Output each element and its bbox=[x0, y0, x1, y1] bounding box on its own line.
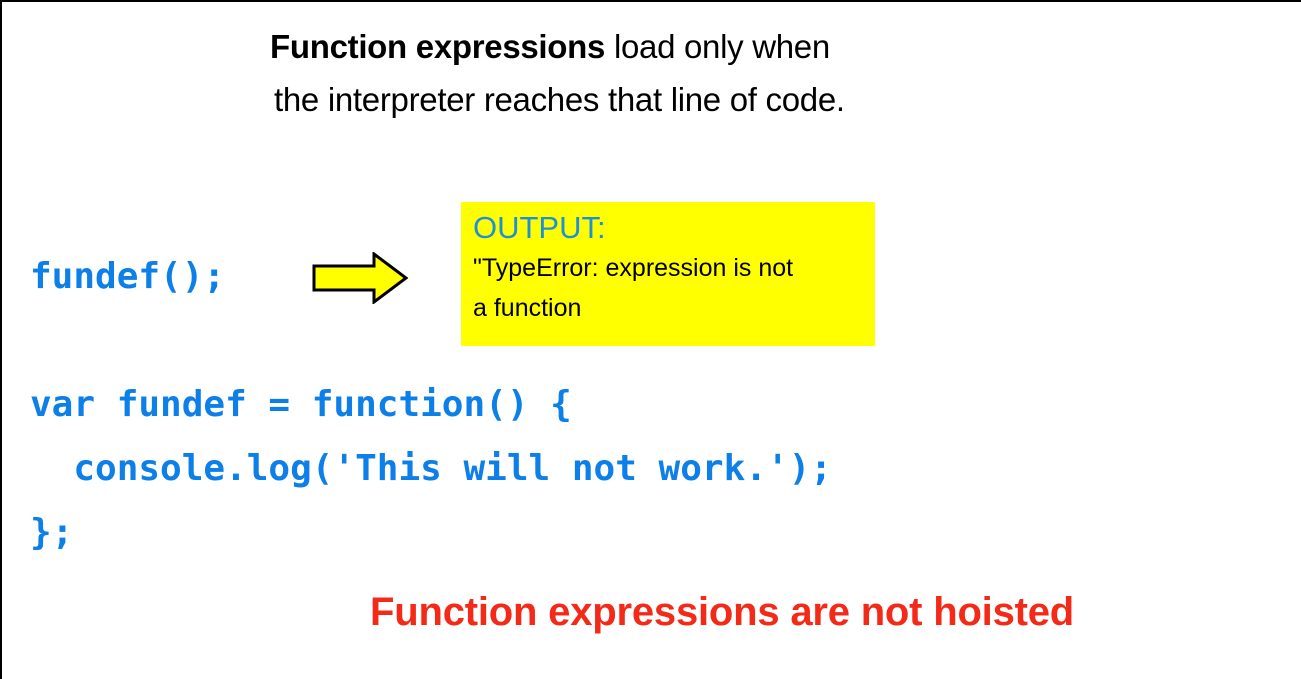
code-line-invocation: fundef(); bbox=[30, 256, 226, 297]
code-line-closing: }; bbox=[30, 512, 74, 553]
code-line-console-log: console.log('This will not work.'); bbox=[30, 448, 832, 489]
page-title: Function expressions load only when bbox=[270, 20, 1070, 73]
code-line-var-declaration: var fundef = function() { bbox=[30, 384, 572, 425]
output-error-text: "TypeError: expression is not a function bbox=[473, 254, 794, 322]
arrow-shape bbox=[312, 251, 409, 305]
output-callout: OUTPUT: "TypeError: expression is not a … bbox=[461, 202, 875, 346]
takeaway-text: Function expressions are not hoisted bbox=[370, 590, 1075, 634]
page-title-emphasis: Function expressions bbox=[270, 28, 606, 65]
slide-canvas: Function expressions load only when the … bbox=[0, 0, 1301, 679]
right-arrow-icon bbox=[312, 251, 409, 305]
page-title-rest: load only when bbox=[605, 28, 830, 65]
output-label: OUTPUT: bbox=[473, 210, 606, 245]
page-title-line2: the interpreter reaches that line of cod… bbox=[274, 81, 845, 118]
